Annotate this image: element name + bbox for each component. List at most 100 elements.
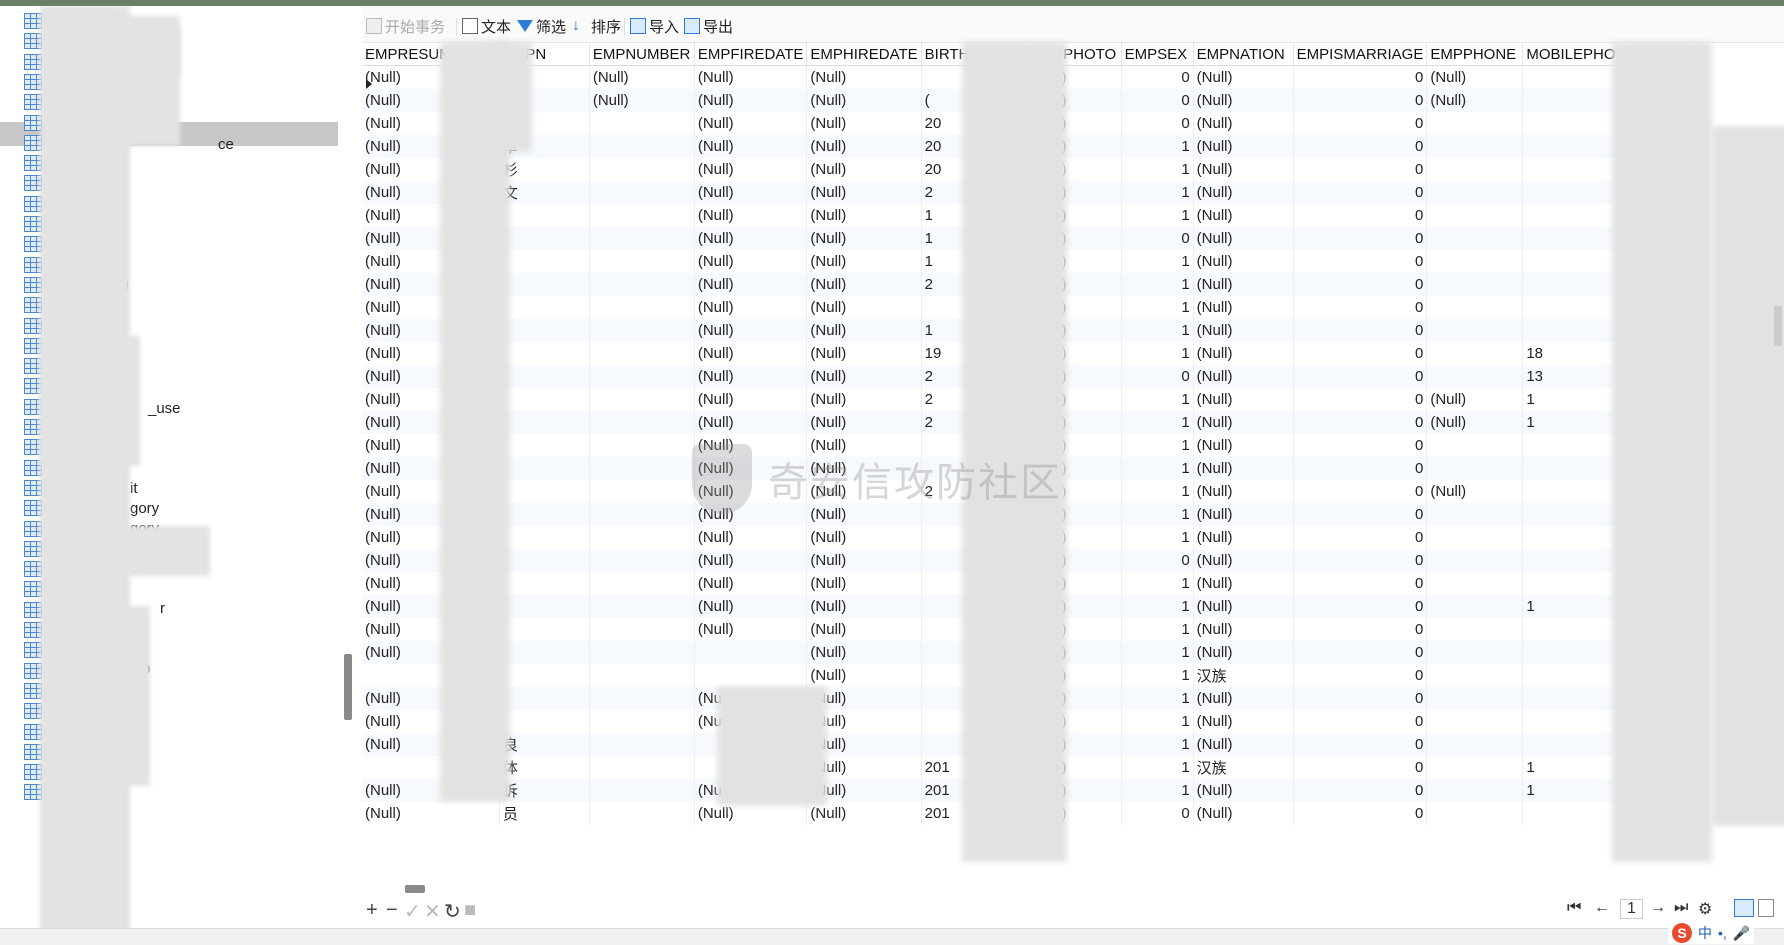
table-cell[interactable]: 0 xyxy=(1293,204,1428,227)
table-cell[interactable]: 1 xyxy=(1121,503,1194,526)
table-cell[interactable]: (Null) xyxy=(1193,434,1294,457)
table-cell[interactable]: (Null) xyxy=(1193,687,1294,710)
table-cell[interactable]: (Null) xyxy=(694,572,808,595)
table-cell[interactable] xyxy=(499,434,590,457)
table-cell[interactable] xyxy=(1426,526,1524,549)
table-cell[interactable]: 汉族 xyxy=(1193,756,1294,779)
table-cell[interactable] xyxy=(1426,273,1524,296)
table-cell[interactable] xyxy=(589,549,695,572)
table-cell[interactable]: 0 xyxy=(1293,158,1428,181)
microphone-icon[interactable]: 🎤 xyxy=(1733,925,1750,942)
import-button[interactable]: 导入 xyxy=(630,16,679,36)
table-cell[interactable]: (Null) xyxy=(806,365,922,388)
table-cell[interactable]: 0 xyxy=(1293,65,1428,89)
table-cell[interactable]: (Null) xyxy=(1426,89,1524,112)
table-cell[interactable]: 0 xyxy=(1293,296,1428,319)
table-cell[interactable]: 文 xyxy=(499,181,590,204)
table-cell[interactable]: (Null) xyxy=(1193,388,1294,411)
table-cell[interactable] xyxy=(1426,664,1524,687)
table-cell[interactable]: (Null) xyxy=(806,572,922,595)
table-cell[interactable] xyxy=(499,365,590,388)
table-cell[interactable]: 0 xyxy=(1293,411,1428,434)
table-cell[interactable]: 0 xyxy=(1293,595,1428,618)
table-cell[interactable] xyxy=(499,687,590,710)
table-cell[interactable] xyxy=(499,572,590,595)
table-cell[interactable] xyxy=(589,802,695,825)
table-cell[interactable]: 0 xyxy=(1293,342,1428,365)
column-header[interactable]: EMPFIREDATE xyxy=(694,43,808,66)
table-cell[interactable]: (Null) xyxy=(362,802,500,825)
table-cell[interactable] xyxy=(499,526,590,549)
table-cell[interactable]: (Null) xyxy=(806,181,922,204)
table-cell[interactable]: (Null) xyxy=(694,65,808,89)
table-cell[interactable] xyxy=(499,227,590,250)
table-cell[interactable]: 1 xyxy=(1121,664,1194,687)
table-cell[interactable]: 0 xyxy=(1293,480,1428,503)
export-button[interactable]: 导出 xyxy=(684,16,733,36)
table-cell[interactable]: (Null) xyxy=(1193,710,1294,733)
table-cell[interactable] xyxy=(499,319,590,342)
table-cell[interactable]: (Null) xyxy=(694,250,808,273)
table-cell[interactable]: 1 xyxy=(1121,526,1194,549)
table-cell[interactable] xyxy=(1426,756,1524,779)
table-cell[interactable] xyxy=(499,549,590,572)
table-cell[interactable] xyxy=(1426,779,1524,802)
table-cell[interactable]: 1 xyxy=(1121,388,1194,411)
table-cell[interactable] xyxy=(589,135,695,158)
table-cell[interactable]: (Null) xyxy=(589,89,695,112)
table-cell[interactable] xyxy=(589,457,695,480)
table-cell[interactable] xyxy=(589,181,695,204)
table-cell[interactable] xyxy=(1426,250,1524,273)
table-cell[interactable] xyxy=(1426,687,1524,710)
table-cell[interactable] xyxy=(1426,434,1524,457)
table-cell[interactable] xyxy=(589,319,695,342)
table-cell[interactable]: 1 xyxy=(1121,687,1194,710)
table-cell[interactable]: 汉族 xyxy=(1193,664,1294,687)
table-cell[interactable] xyxy=(589,365,695,388)
table-cell[interactable]: 1 xyxy=(1121,779,1194,802)
table-cell[interactable]: 0 xyxy=(1293,273,1428,296)
table-cell[interactable]: 0 xyxy=(1121,549,1194,572)
table-cell[interactable] xyxy=(694,641,808,664)
discard-changes-icon[interactable]: ✕ xyxy=(424,899,441,924)
table-cell[interactable] xyxy=(499,273,590,296)
table-cell[interactable]: 0 xyxy=(1293,526,1428,549)
table-cell[interactable] xyxy=(1426,733,1524,756)
table-cell[interactable]: (Null) xyxy=(694,158,808,181)
table-cell[interactable]: 0 xyxy=(1293,135,1428,158)
table-cell[interactable] xyxy=(589,250,695,273)
table-cell[interactable]: (Null) xyxy=(1193,779,1294,802)
table-cell[interactable] xyxy=(499,710,590,733)
table-cell[interactable]: 0 xyxy=(1293,112,1428,135)
table-cell[interactable]: (Null) xyxy=(1193,526,1294,549)
table-cell[interactable]: (Null) xyxy=(806,388,922,411)
table-cell[interactable]: (Null) xyxy=(806,112,922,135)
table-cell[interactable]: 0 xyxy=(1121,112,1194,135)
table-cell[interactable]: (Null) xyxy=(694,526,808,549)
table-cell[interactable]: (Null) xyxy=(806,204,922,227)
table-cell[interactable] xyxy=(589,779,695,802)
table-cell[interactable]: 0 xyxy=(1293,641,1428,664)
apply-changes-icon[interactable]: ✓ xyxy=(404,899,421,924)
column-header[interactable]: EMPHIREDATE xyxy=(806,43,922,66)
sidebar-scrollbar[interactable] xyxy=(344,654,352,720)
table-cell[interactable]: (Null) xyxy=(806,296,922,319)
table-cell[interactable]: 0 xyxy=(1293,181,1428,204)
object-tree-sidebar[interactable]: cero!_useitgorygorynelnerpalarm_bodycata… xyxy=(0,6,338,944)
form-view-icon[interactable] xyxy=(1758,899,1774,917)
table-cell[interactable] xyxy=(499,595,590,618)
table-cell[interactable]: (Null) xyxy=(806,549,922,572)
stop-icon[interactable]: ■ xyxy=(464,899,476,922)
table-cell[interactable]: (Null) xyxy=(806,664,922,687)
table-cell[interactable]: 0 xyxy=(1293,227,1428,250)
table-cell[interactable]: (Null) xyxy=(694,112,808,135)
table-cell[interactable]: (Null) xyxy=(806,342,922,365)
table-cell[interactable] xyxy=(499,342,590,365)
table-cell[interactable]: (Null) xyxy=(1426,480,1524,503)
table-cell[interactable] xyxy=(499,457,590,480)
table-cell[interactable]: 1 xyxy=(1121,595,1194,618)
table-cell[interactable]: 1 xyxy=(1121,158,1194,181)
text-button[interactable]: 文本 xyxy=(462,16,511,36)
table-cell[interactable]: 0 xyxy=(1293,457,1428,480)
table-cell[interactable]: (Null) xyxy=(694,204,808,227)
